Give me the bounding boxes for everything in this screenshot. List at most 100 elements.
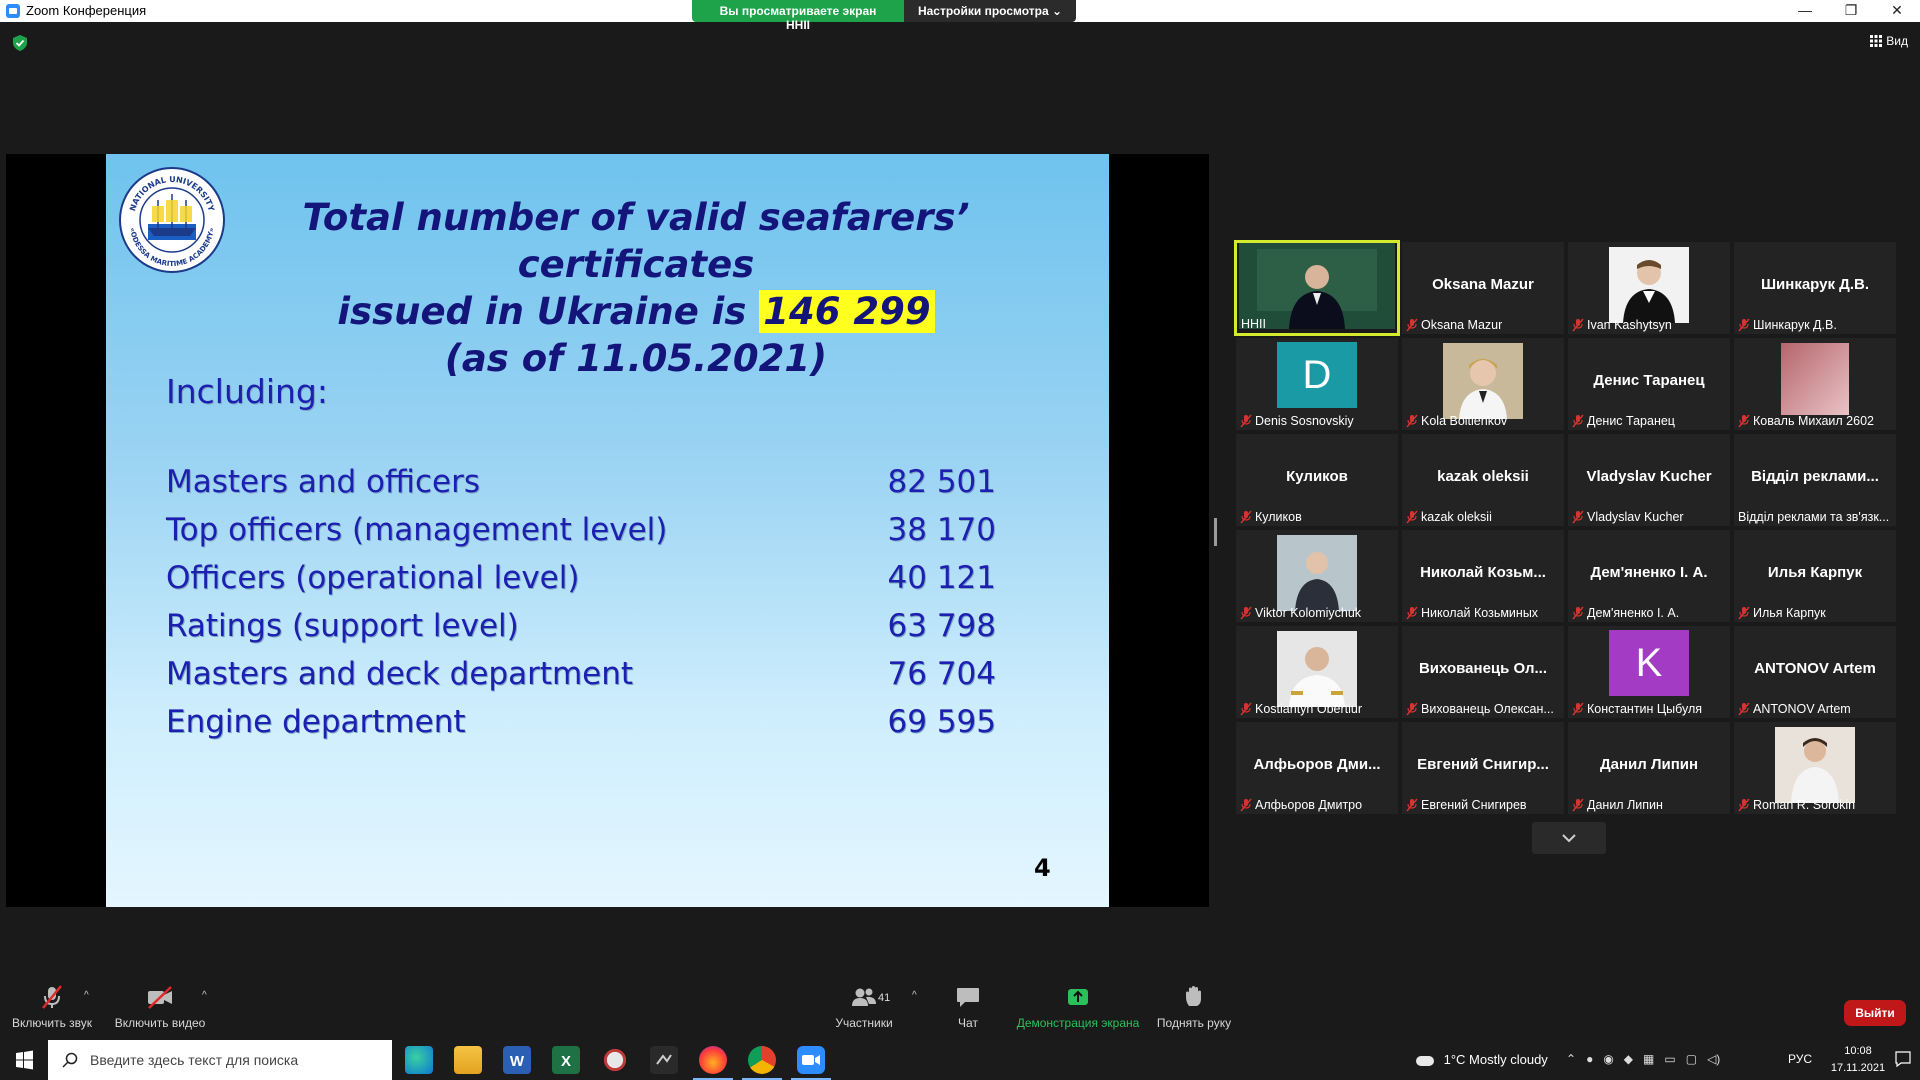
slide-title-line3: (as of 11.05.2021)	[444, 337, 828, 380]
chat-button[interactable]: Чат	[948, 984, 988, 1030]
word-icon[interactable]: W	[503, 1046, 531, 1074]
edge-browser-icon[interactable]	[405, 1046, 433, 1074]
participant-tile[interactable]: Дем'яненко І. А. Дем'яненко І. А.	[1568, 530, 1730, 622]
raise-hand-button[interactable]: Поднять руку	[1154, 984, 1234, 1030]
participant-tile[interactable]: Коваль Михаил 2602	[1734, 338, 1896, 430]
participant-tile[interactable]: Данил Липин Данил Липин	[1568, 722, 1730, 814]
participant-tile[interactable]: Viktor Kolomiychuk	[1236, 530, 1398, 622]
participant-tile[interactable]: Ivan Kashytsyn	[1568, 242, 1730, 334]
start-video-label: Включить видео	[114, 1016, 206, 1030]
participant-name: Николай Козьминых	[1421, 606, 1539, 620]
participant-tile[interactable]: Vladyslav Kucher Vladyslav Kucher	[1568, 434, 1730, 526]
participants-options-caret[interactable]: ^	[912, 990, 917, 1001]
video-options-caret[interactable]: ^	[202, 990, 207, 1001]
participant-name: Куликов	[1255, 510, 1302, 524]
tray-app-icon[interactable]: ◉	[1603, 1052, 1613, 1066]
muted-microphone-icon	[1406, 414, 1418, 428]
certificate-row: Officers (operational level) 40 121	[166, 560, 996, 608]
certificate-row: Masters and deck department 76 704	[166, 656, 996, 704]
participant-tile[interactable]: HHII	[1234, 240, 1400, 336]
participant-tile[interactable]: Евгений Снигир... Евгений Снигирев	[1402, 722, 1564, 814]
certificate-rows: Masters and officers 82 501 Top officers …	[166, 464, 996, 752]
participant-tile[interactable]: Николай Козьм... Николай Козьминых	[1402, 530, 1564, 622]
participant-tile[interactable]: D Denis Sosnovskiy	[1236, 338, 1398, 430]
raise-hand-icon	[1186, 986, 1201, 1006]
display-icon[interactable]: ▢	[1686, 1052, 1697, 1066]
shared-screen[interactable]: NATIONAL UNIVERSITY «ODESSA MARITIME ACA…	[6, 154, 1209, 907]
participant-tile[interactable]: Kola Boltienkov	[1402, 338, 1564, 430]
participant-tile[interactable]: Илья Карпук Илья Карпук	[1734, 530, 1896, 622]
microphone-icon[interactable]: ●	[1586, 1052, 1593, 1066]
battery-icon[interactable]: ▭	[1664, 1052, 1675, 1066]
slide-title-line2: issued in Ukraine is 146 299	[206, 288, 1066, 335]
participant-tile[interactable]: kazak oleksii kazak oleksii	[1402, 434, 1564, 526]
participants-count: 41	[878, 992, 891, 1004]
firefox-icon[interactable]	[693, 1046, 733, 1080]
participant-name: Шинкарук Д.В.	[1753, 318, 1837, 332]
chevron-up-icon[interactable]: ⌃	[1566, 1052, 1576, 1066]
participant-tile[interactable]: Roman R. Sorokin	[1734, 722, 1896, 814]
leave-button[interactable]: Выйти	[1844, 1000, 1906, 1026]
muted-microphone-icon	[1572, 510, 1584, 524]
participant-tile[interactable]: ANTONOV Artem ANTONOV Artem	[1734, 626, 1896, 718]
minimize-button[interactable]: —	[1782, 0, 1828, 22]
maximize-button[interactable]: ❐	[1828, 0, 1874, 22]
chrome-icon[interactable]	[742, 1046, 782, 1080]
split-resize-handle[interactable]	[1214, 518, 1217, 546]
muted-microphone-icon	[1738, 798, 1750, 812]
participant-name: Данил Липин	[1587, 798, 1663, 812]
participant-tile[interactable]: Kostiantyn Obertiur	[1236, 626, 1398, 718]
participant-name-label: Константин Цыбуля	[1572, 702, 1726, 716]
audio-options-caret[interactable]: ^	[84, 990, 89, 1001]
viewing-screen-banner: Вы просматриваете экран HHII	[692, 0, 904, 32]
participant-tile[interactable]: K Константин Цыбуля	[1568, 626, 1730, 718]
view-button[interactable]: Вид	[1870, 34, 1908, 48]
media-app-icon[interactable]	[650, 1046, 678, 1074]
weather-text: 1°C Mostly cloudy	[1443, 1052, 1548, 1067]
zoom-taskbar-icon[interactable]	[791, 1046, 831, 1080]
row-label: Masters and deck department	[166, 656, 634, 692]
participant-tile[interactable]: Oksana Mazur Oksana Mazur	[1402, 242, 1564, 334]
participant-tile[interactable]: Алфьоров Дми... Алфьоров Дмитро	[1236, 722, 1398, 814]
close-button[interactable]: ✕	[1874, 0, 1920, 22]
weather-widget[interactable]: 1°C Mostly cloudy	[1416, 1052, 1548, 1067]
muted-microphone-icon	[1572, 414, 1584, 428]
view-options-dropdown[interactable]: Настройки просмотра ⌄	[904, 0, 1076, 22]
share-screen-button[interactable]: Демонстрация экрана	[1014, 984, 1142, 1030]
participant-name: Denis Sosnovskiy	[1255, 414, 1354, 428]
notification-icon[interactable]	[1894, 1050, 1912, 1068]
row-value: 63 798	[887, 608, 996, 644]
unmute-button[interactable]: Включить звук	[8, 984, 96, 1030]
participant-tile[interactable]: Денис Таранец Денис Таранец	[1568, 338, 1730, 430]
participant-tile[interactable]: Відділ реклами... Відділ реклами та зв'яз…	[1734, 434, 1896, 526]
windows-start-icon[interactable]	[0, 1040, 48, 1080]
taskbar-search-box[interactable]: Введите здесь текст для поиска	[48, 1040, 392, 1080]
gallery-next-page-button[interactable]	[1532, 822, 1606, 854]
snipping-tool-icon[interactable]	[601, 1046, 629, 1074]
volume-icon[interactable]: ◁)	[1707, 1052, 1720, 1066]
encryption-shield-icon[interactable]	[13, 35, 27, 51]
participant-name: Kola Boltienkov	[1421, 414, 1508, 428]
muted-microphone-icon	[1738, 414, 1750, 428]
participant-tile[interactable]: Шинкарук Д.В. Шинкарук Д.В.	[1734, 242, 1896, 334]
muted-microphone-icon	[1406, 798, 1418, 812]
network-icon[interactable]: ▦	[1643, 1052, 1654, 1066]
antivirus-icon[interactable]: ◆	[1624, 1052, 1633, 1066]
language-indicator[interactable]: РУС	[1788, 1052, 1812, 1066]
tray-icons: ⌃ ● ◉ ◆ ▦ ▭ ▢ ◁)	[1566, 1052, 1720, 1066]
participant-tile[interactable]: Вихованець Ол... Вихованець Олексан...	[1402, 626, 1564, 718]
slide-page-number: 4	[1034, 854, 1051, 882]
participant-name-label: Roman R. Sorokin	[1738, 798, 1892, 812]
taskbar-clock[interactable]: 10:08 17.11.2021	[1822, 1043, 1894, 1077]
participant-name: HHII	[1241, 317, 1266, 331]
start-video-button[interactable]: Включить видео	[112, 984, 208, 1030]
participants-button[interactable]: Участники	[826, 984, 902, 1030]
excel-icon[interactable]: X	[552, 1046, 580, 1074]
muted-microphone-icon	[1240, 798, 1252, 812]
taskbar-search-placeholder: Введите здесь текст для поиска	[90, 1052, 299, 1068]
participant-name-label: Илья Карпук	[1738, 606, 1892, 620]
participant-tile[interactable]: Куликов Куликов	[1236, 434, 1398, 526]
chat-label: Чат	[958, 1016, 978, 1030]
slide-title-total-highlight: 146 299	[759, 290, 935, 333]
file-explorer-icon[interactable]	[454, 1046, 482, 1074]
